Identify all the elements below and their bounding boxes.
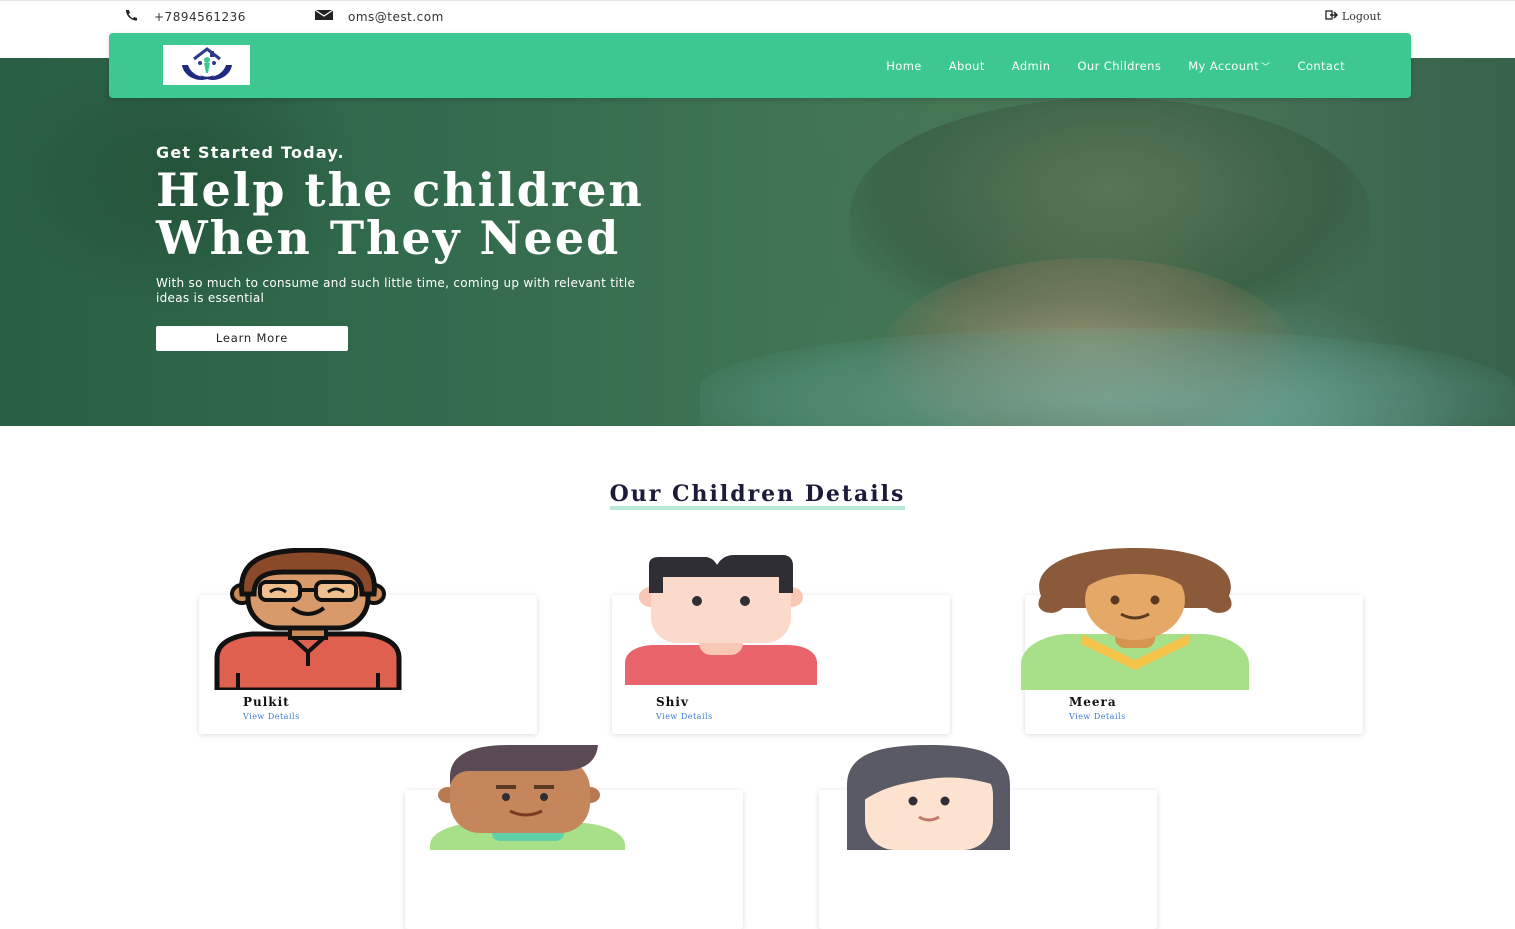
nav-contact[interactable]: Contact — [1297, 59, 1345, 73]
top-bar: +7894561236 oms@test.com Logout — [0, 0, 1515, 33]
envelope-icon — [314, 9, 334, 24]
child-name: Meera — [1069, 695, 1117, 709]
phone-icon — [124, 9, 140, 24]
learn-more-button[interactable]: Learn More — [156, 326, 348, 351]
hero-content: Get Started Today. Help the children Whe… — [156, 143, 644, 351]
logout-link[interactable]: Logout — [1325, 10, 1381, 23]
girl-avatar-icon — [1021, 548, 1249, 690]
hero-title: Help the children When They Need — [156, 166, 644, 262]
nav-menu: Home About Admin Our Childrens My Accoun… — [886, 33, 1345, 98]
nav-admin[interactable]: Admin — [1012, 59, 1051, 73]
girl-dark-hair-avatar-icon — [847, 745, 1010, 850]
boy-glasses-avatar-icon — [214, 548, 402, 690]
orphanage-home-logo-icon — [181, 47, 232, 80]
child-name: Pulkit — [243, 695, 290, 709]
email-address: oms@test.com — [348, 9, 444, 24]
hero-description: With so much to consume and such little … — [156, 276, 636, 305]
child-name: Shiv — [656, 695, 689, 709]
nav-home[interactable]: Home — [886, 59, 922, 73]
email-contact[interactable]: oms@test.com — [314, 9, 444, 24]
phone-number: +7894561236 — [154, 9, 246, 24]
hero-title-line1: Help the children — [156, 163, 644, 217]
hero-subtitle: Get Started Today. — [156, 143, 345, 162]
hero-title-line2: When They Need — [156, 211, 621, 265]
logout-label: Logout — [1341, 10, 1381, 23]
children-section-heading: Our Children Details — [0, 482, 1515, 510]
chevron-down-icon: ﹀ — [1261, 62, 1271, 73]
main-navbar: Home About Admin Our Childrens My Accoun… — [109, 33, 1411, 98]
view-details-link[interactable]: View Details — [1069, 712, 1126, 721]
nav-about[interactable]: About — [949, 59, 985, 73]
logout-icon — [1325, 10, 1338, 23]
nav-my-account-label: My Account — [1188, 58, 1260, 73]
nav-our-childrens[interactable]: Our Childrens — [1077, 59, 1161, 73]
section-title: Our Children Details — [609, 482, 906, 510]
boy-avatar-icon — [625, 555, 817, 685]
view-details-link[interactable]: View Details — [243, 712, 300, 721]
nav-my-account[interactable]: My Account ﹀ — [1188, 59, 1270, 73]
view-details-link[interactable]: View Details — [656, 712, 713, 721]
phone-contact[interactable]: +7894561236 — [124, 9, 246, 24]
site-logo[interactable] — [163, 45, 250, 85]
boy-dark-hair-avatar-icon — [430, 745, 625, 850]
